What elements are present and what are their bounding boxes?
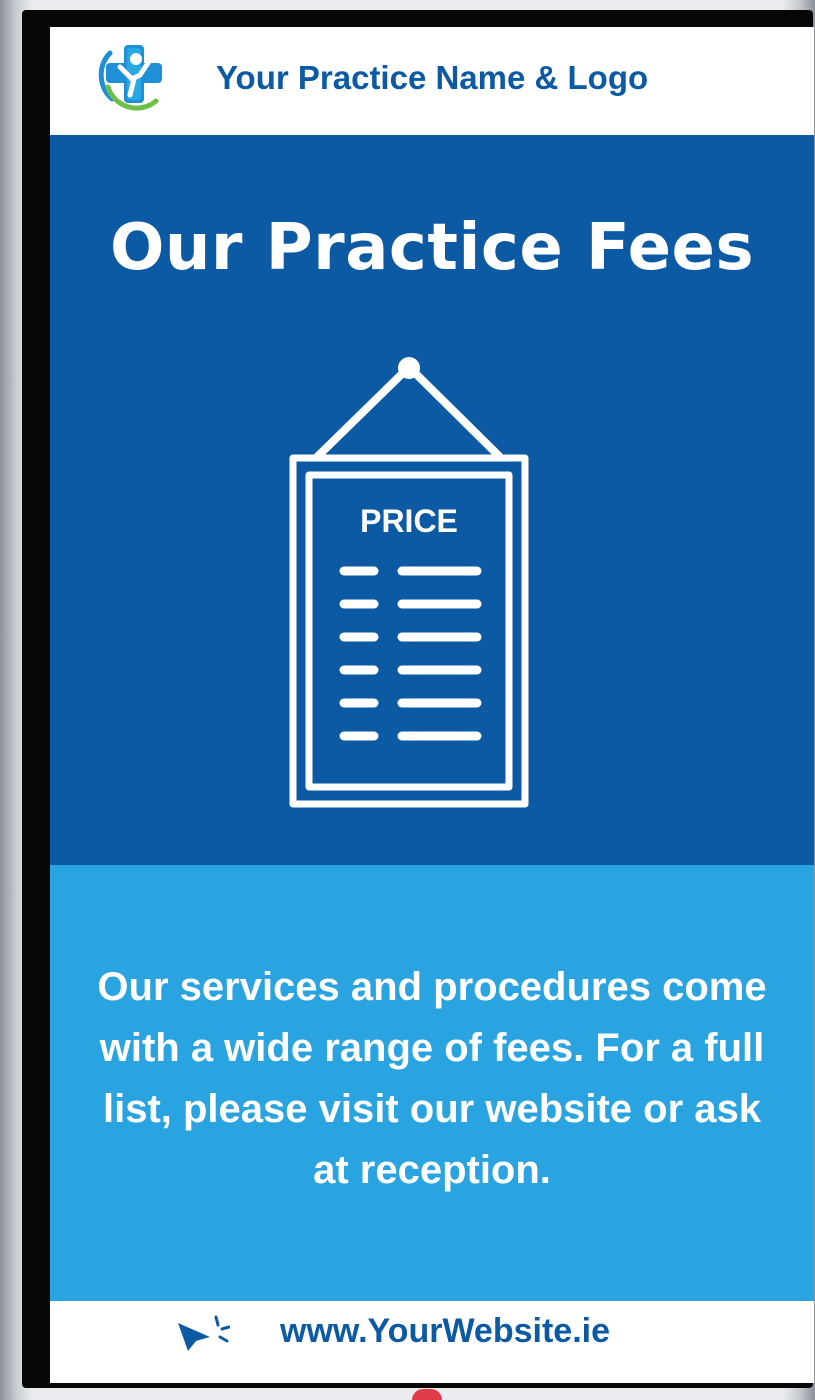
footer: www.YourWebsite.ie [50, 1301, 814, 1383]
click-cursor-icon [178, 1315, 230, 1351]
hanging-price-list-icon: PRICE [289, 357, 529, 808]
signage-panel: Your Practice Name & Logo Our Practice F… [50, 27, 814, 1383]
website-link[interactable]: www.YourWebsite.ie [280, 1312, 610, 1351]
stand-accent [412, 1389, 442, 1400]
header: Your Practice Name & Logo [50, 27, 814, 135]
hero-section: Our Practice Fees PRICE [50, 135, 814, 865]
info-section: Our services and procedures come with a … [50, 865, 814, 1301]
page-title: Our Practice Fees [109, 211, 755, 285]
price-label: PRICE [360, 503, 458, 539]
fees-description: Our services and procedures come with a … [97, 965, 767, 1192]
practice-name: Your Practice Name & Logo [216, 59, 649, 96]
practice-logo-icon [98, 45, 162, 111]
